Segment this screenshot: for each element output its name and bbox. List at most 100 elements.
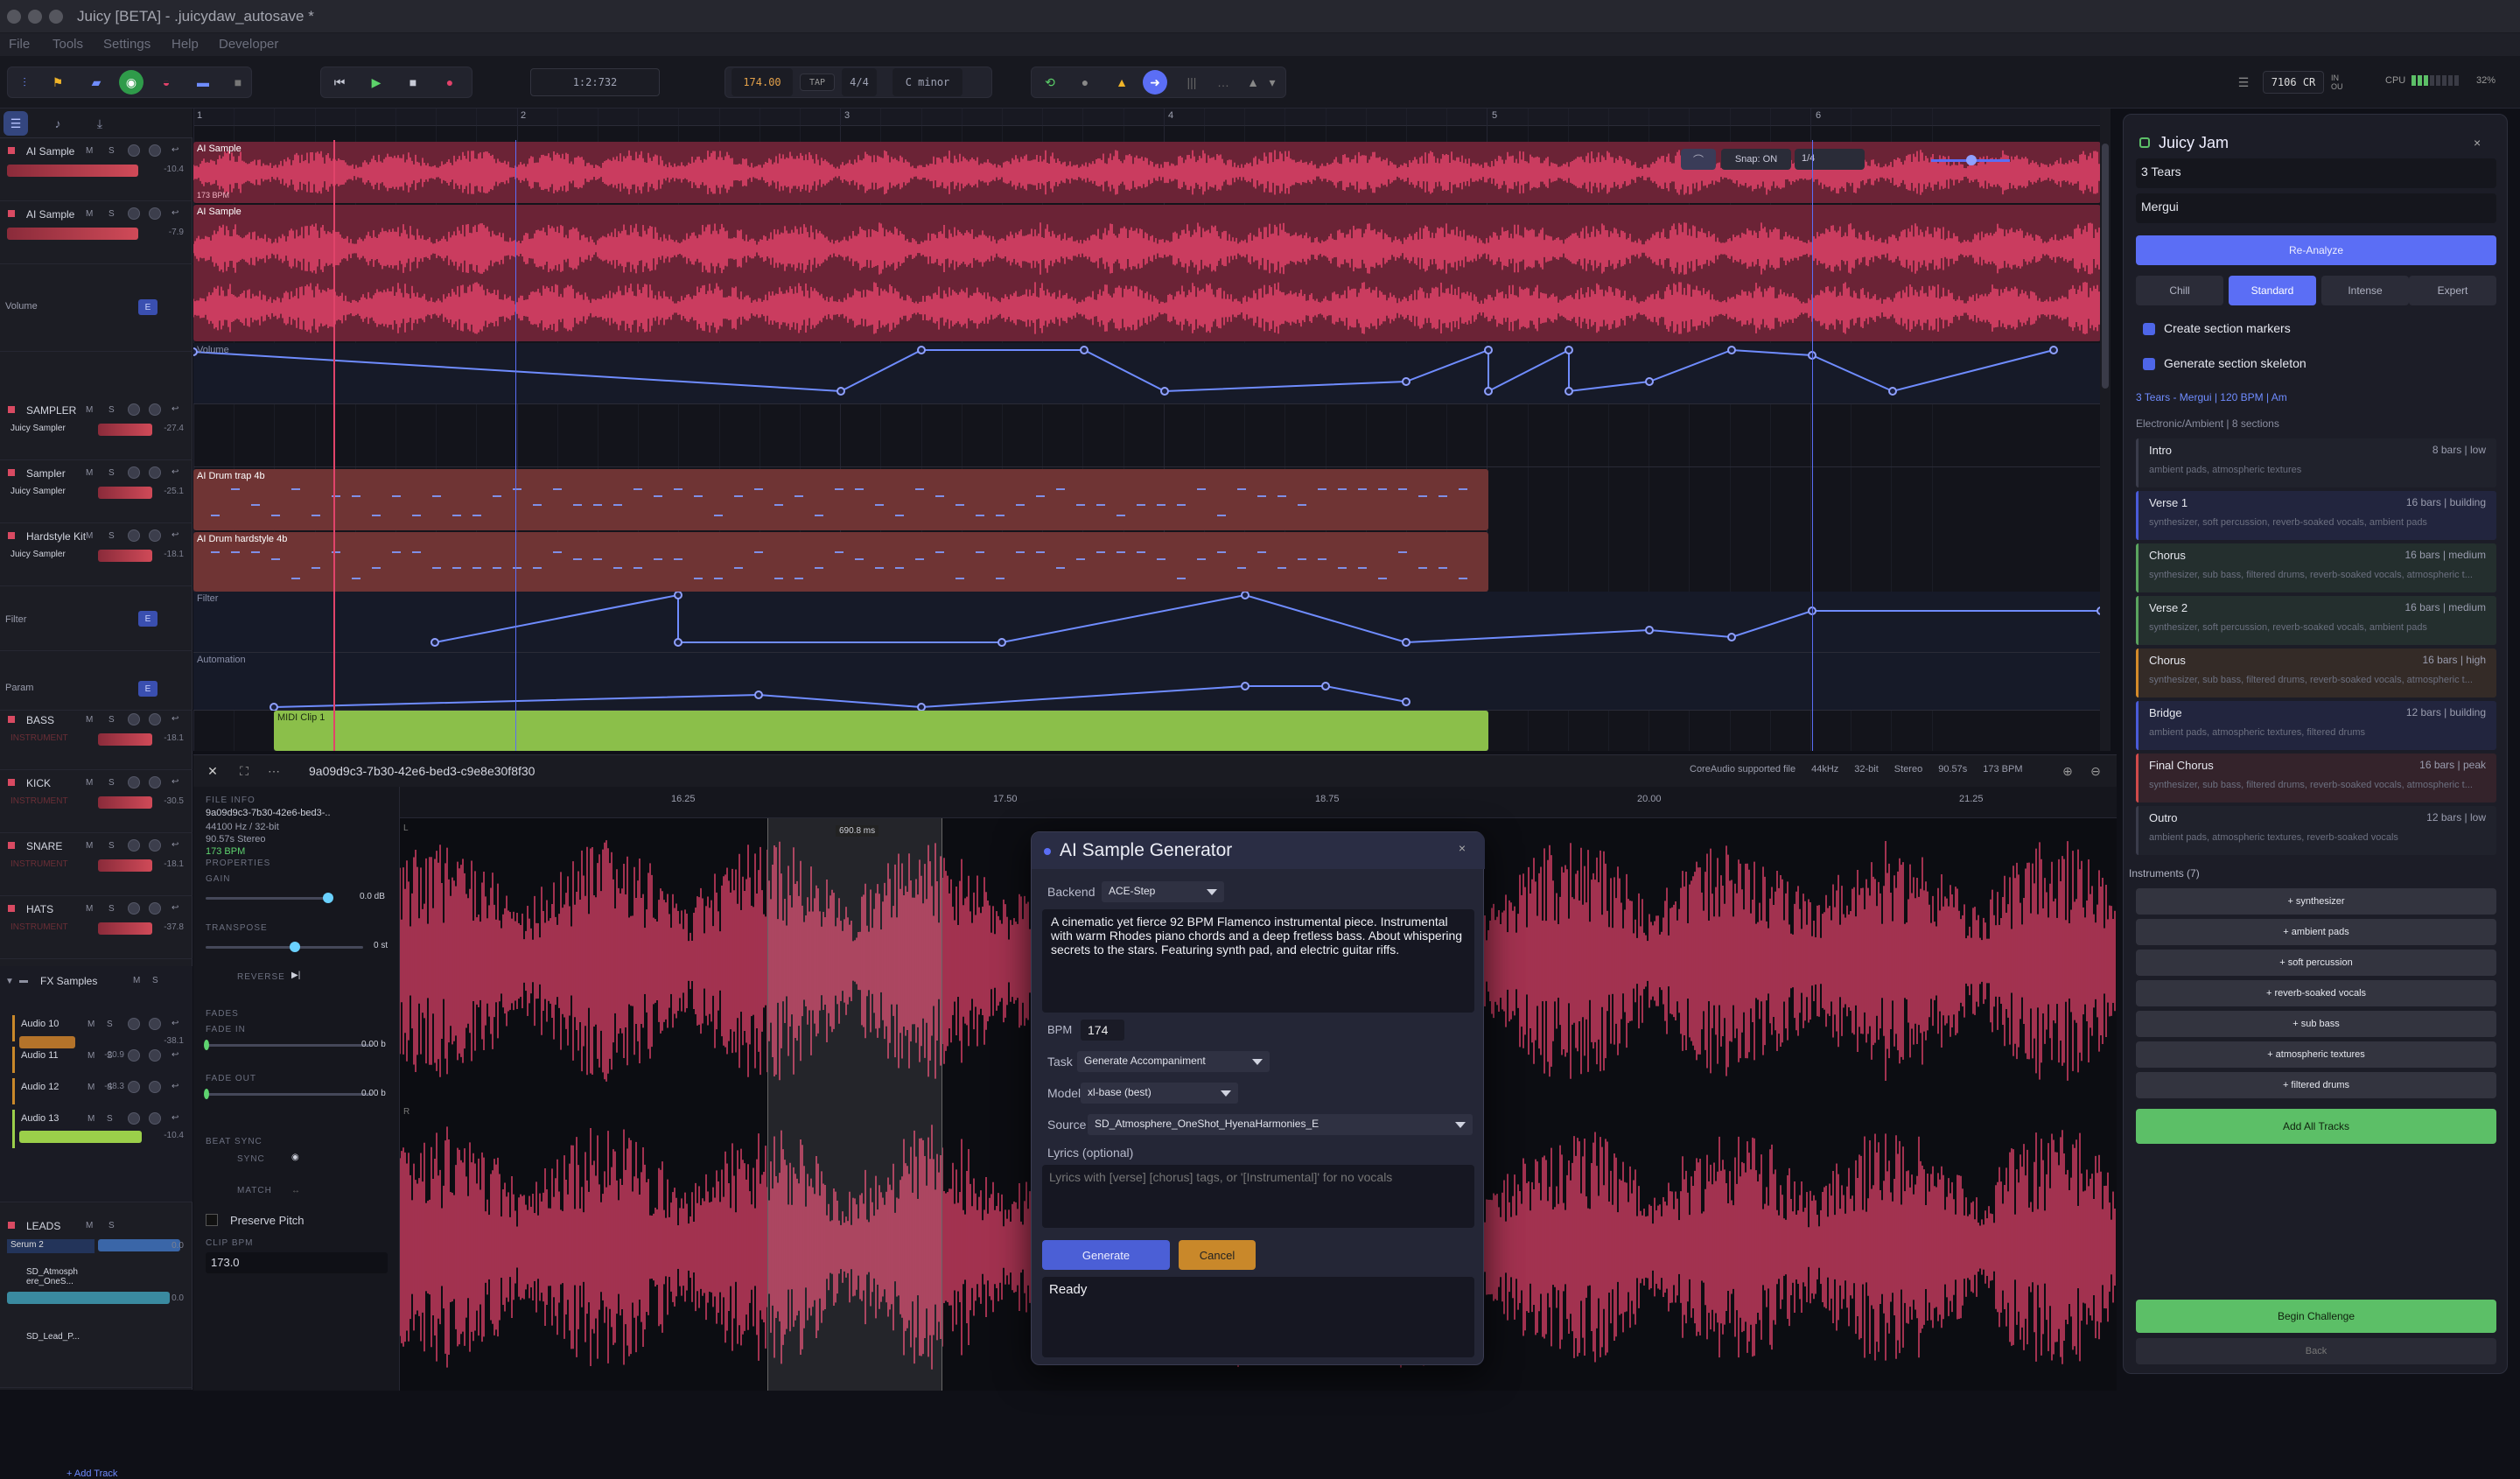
menu-settings[interactable]: Settings: [103, 37, 150, 52]
envelope-point[interactable]: [1081, 347, 1088, 354]
pan-knob[interactable]: [128, 466, 140, 479]
envelope-point[interactable]: [918, 704, 925, 711]
transpose-slider[interactable]: [206, 946, 363, 949]
envelope-point[interactable]: [998, 639, 1005, 646]
solo-button[interactable]: S: [152, 976, 158, 985]
sync-toggle-icon[interactable]: ◉: [291, 1153, 299, 1162]
envelope-line[interactable]: [435, 595, 2101, 642]
envelope-point[interactable]: [1646, 627, 1653, 634]
volume-automation-lane[interactable]: Volume: [193, 343, 2101, 404]
pan-knob[interactable]: [128, 1049, 140, 1062]
midi-clip-1[interactable]: MIDI Clip 1: [274, 711, 1488, 751]
instrument-chip[interactable]: Serum 2: [7, 1239, 94, 1253]
pan-knob[interactable]: [128, 529, 140, 542]
loop-start-marker[interactable]: [515, 140, 516, 751]
bpm-display[interactable]: 174.00: [732, 68, 793, 96]
pan-knob[interactable]: [128, 776, 140, 789]
envelope-point[interactable]: [270, 704, 277, 711]
transpose-slider-knob[interactable]: [290, 942, 300, 952]
volume-fader[interactable]: [7, 228, 138, 240]
route-icon[interactable]: ↩: [172, 530, 178, 540]
track-header[interactable]: AI SampleMS↩-7.9: [0, 201, 192, 264]
solo-button[interactable]: S: [108, 778, 115, 788]
fade-in-slider[interactable]: [206, 1044, 372, 1047]
loop-end-marker[interactable]: [1812, 140, 1813, 751]
maximize-window-button[interactable]: [49, 10, 63, 24]
clip-bpm-input[interactable]: 173.0: [206, 1252, 388, 1273]
envelope-point[interactable]: [1565, 388, 1572, 395]
reverse-toggle-icon[interactable]: ▶|: [291, 971, 300, 980]
time-signature[interactable]: 4/4: [842, 68, 877, 96]
track-header[interactable]: KICKMS↩INSTRUMENT-30.5: [0, 770, 192, 833]
solo-button[interactable]: S: [108, 715, 115, 725]
pan-knob[interactable]: [128, 713, 140, 725]
solo-button[interactable]: S: [108, 841, 115, 851]
volume-fader[interactable]: [19, 1131, 142, 1143]
rewind-icon[interactable]: ⏮: [327, 70, 352, 95]
envelope-point[interactable]: [837, 388, 844, 395]
route-icon[interactable]: ↩: [172, 467, 178, 477]
mute-button[interactable]: M: [86, 146, 93, 156]
follow-icon[interactable]: ➜: [1143, 70, 1167, 95]
route-icon[interactable]: ↩: [172, 208, 178, 218]
menu-tools[interactable]: Tools: [52, 37, 83, 52]
volume-fader[interactable]: [98, 922, 152, 935]
solo-button[interactable]: S: [108, 1221, 115, 1230]
preserve-pitch-checkbox[interactable]: [206, 1214, 218, 1226]
envelope-point[interactable]: [1161, 388, 1168, 395]
pan-knob[interactable]: [128, 207, 140, 220]
solo-button[interactable]: S: [108, 209, 115, 219]
route-icon[interactable]: ↩: [172, 1082, 178, 1091]
solo-button[interactable]: S: [108, 405, 115, 415]
pan-knob[interactable]: [128, 902, 140, 915]
flag-icon[interactable]: ⚑: [46, 70, 70, 95]
route-icon[interactable]: ↩: [172, 903, 178, 913]
volume-envelope[interactable]: [193, 343, 2101, 404]
leads-group-header[interactable]: LEADSMSSerum 20.0SD_Atmosph ere_OneS...0…: [0, 1213, 192, 1388]
send-knob[interactable]: [149, 529, 161, 542]
envelope-line[interactable]: [274, 686, 1406, 707]
download-icon[interactable]: ⤓: [88, 111, 112, 136]
send-knob[interactable]: [149, 776, 161, 789]
snap-toggle[interactable]: Snap: ON: [1721, 149, 1791, 170]
track-header[interactable]: Hardstyle KitMS↩Juicy Sampler-18.1: [0, 523, 192, 586]
send-knob[interactable]: [149, 1018, 161, 1030]
dropdown-icon[interactable]: ▾: [1265, 70, 1279, 95]
metronome-icon[interactable]: ▲: [1110, 70, 1134, 95]
vertical-scrollbar[interactable]: [2100, 109, 2110, 751]
send-knob[interactable]: [149, 1081, 161, 1093]
route-icon[interactable]: ↩: [172, 1019, 178, 1028]
volume-fader[interactable]: [19, 1036, 75, 1048]
route-icon[interactable]: ↩: [172, 777, 178, 787]
track-header[interactable]: AI SampleMS↩-10.4: [0, 138, 192, 201]
envelope-point[interactable]: [1242, 592, 1249, 599]
timeline-ruler[interactable]: [193, 109, 2101, 126]
arrangement-view[interactable]: 123456 AI Sample 173 BPM AI Sample ⌒ Sna…: [193, 109, 2101, 751]
editor-ruler[interactable]: 16.2517.5018.7520.0021.25: [400, 787, 2117, 818]
note-view-icon[interactable]: ♪: [46, 111, 70, 136]
list-view-icon[interactable]: ☰: [4, 111, 28, 136]
menu-developer[interactable]: Developer: [219, 37, 278, 52]
envelope-point[interactable]: [1565, 347, 1572, 354]
send-knob[interactable]: [149, 144, 161, 157]
track-header[interactable]: BASSMS↩INSTRUMENT-18.1: [0, 707, 192, 770]
position-display[interactable]: 1:2:732: [530, 68, 660, 96]
envelope-point[interactable]: [1728, 347, 1735, 354]
bars-icon[interactable]: |||: [1180, 70, 1204, 95]
minimize-window-button[interactable]: [28, 10, 42, 24]
mute-button[interactable]: M: [86, 904, 93, 914]
mute-button[interactable]: M: [86, 841, 93, 851]
key-display[interactable]: C minor: [892, 68, 962, 96]
gain-slider-knob[interactable]: [323, 893, 333, 903]
send-knob[interactable]: [149, 207, 161, 220]
sampler-lane[interactable]: [193, 406, 2101, 467]
curve-tool-icon[interactable]: ⌒: [1681, 149, 1716, 170]
close-window-button[interactable]: [7, 10, 21, 24]
solo-button[interactable]: S: [108, 904, 115, 914]
filter-envelope[interactable]: [193, 592, 2101, 653]
mute-button[interactable]: M: [133, 976, 140, 985]
edit-automation-button[interactable]: E: [138, 299, 158, 315]
envelope-point[interactable]: [1728, 634, 1735, 641]
chat-icon[interactable]: ▰: [84, 70, 108, 95]
volume-fader[interactable]: [98, 424, 152, 436]
